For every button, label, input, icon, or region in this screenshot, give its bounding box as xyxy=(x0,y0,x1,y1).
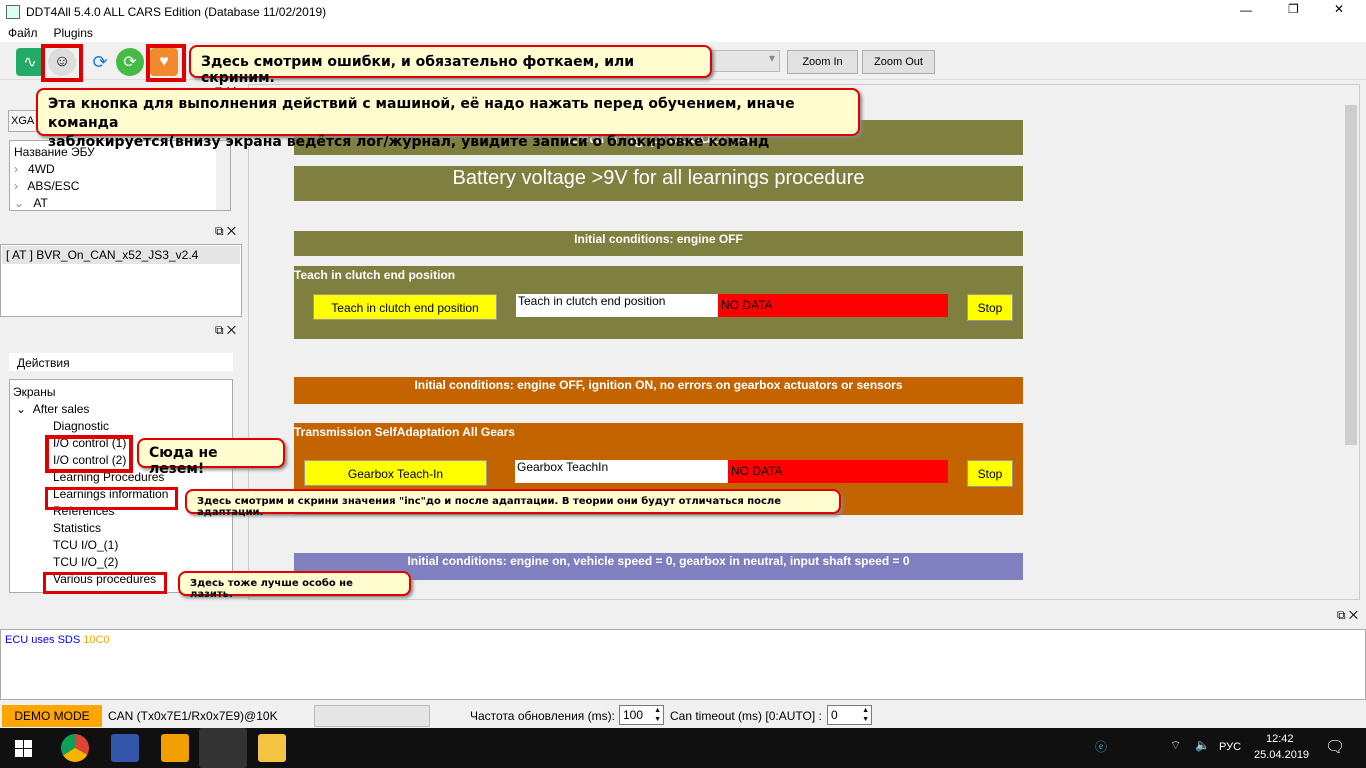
log-code: 10C0 xyxy=(83,634,110,646)
progress-box xyxy=(314,705,430,727)
screen-item[interactable]: Statistics xyxy=(53,520,232,537)
ecg-monitor-icon[interactable]: ∿ xyxy=(16,48,44,76)
screen-item[interactable]: TCU I/O_(1) xyxy=(53,537,232,554)
elm-app-icon[interactable] xyxy=(161,734,189,762)
maximize-button[interactable]: ❐ xyxy=(1288,2,1299,16)
screen-item[interactable]: Diagnostic xyxy=(53,418,232,435)
timeout-spinbox[interactable]: 0 ▲ ▼ xyxy=(827,705,872,725)
ddt4all-taskbar-icon[interactable] xyxy=(199,728,247,768)
menu-file[interactable]: Файл xyxy=(8,26,38,40)
highlight-connect xyxy=(41,44,83,82)
screens-root[interactable]: Экраны xyxy=(10,384,232,401)
save-app-icon[interactable] xyxy=(111,734,139,762)
log-text: ECU uses SDS xyxy=(5,634,81,646)
window-title: DDT4All 5.4.0 ALL CARS Edition (Database… xyxy=(26,5,327,19)
highlight-various xyxy=(43,572,167,594)
screen-select[interactable]: ▾ xyxy=(700,50,780,72)
log-panel: ECU uses SDS 10C0 xyxy=(0,629,1366,700)
spin-arrows-icon[interactable]: ▲ ▼ xyxy=(654,706,663,724)
screens-tree: Экраны ⌄ After sales Diagnostic I/O contr… xyxy=(9,379,233,593)
callout-io: Сюда не лезем! xyxy=(137,438,285,477)
stop-button-1[interactable]: Stop xyxy=(967,294,1013,321)
language-indicator[interactable]: РУС xyxy=(1219,741,1241,753)
clock-time[interactable]: 12:42 xyxy=(1266,733,1294,745)
teach-clutch-button[interactable]: Teach in clutch end position xyxy=(313,294,497,320)
timeout-label: Can timeout (ms) [0:AUTO] : xyxy=(670,709,822,723)
ecu-list-item[interactable]: [ AT ] BVR_On_CAN_x52_JS3_v2.4 xyxy=(2,246,240,264)
vertical-scrollbar[interactable] xyxy=(1343,85,1359,599)
callout-connect: Эта кнопка для выполнения действий с маш… xyxy=(36,88,860,150)
minimize-button[interactable]: — xyxy=(1240,3,1252,17)
callout-connect-line1: Эта кнопка для выполнения действий с маш… xyxy=(48,96,795,131)
teach-clutch-field: Teach in clutch end position xyxy=(516,294,718,317)
ecu-tree-item[interactable]: › ABS/ESC xyxy=(14,178,230,195)
chevron-down-icon: ⌄ xyxy=(14,196,31,210)
spin-arrows-icon[interactable]: ▲ ▼ xyxy=(862,706,871,724)
main-view xyxy=(248,84,1360,600)
gearbox-teachin-value: NO DATA xyxy=(728,460,948,483)
zoom-out-button[interactable]: Zoom Out xyxy=(862,50,935,74)
highlight-io xyxy=(45,435,133,473)
callout-learnings: Здесь смотрим и скрини значения "inc"до … xyxy=(185,489,841,518)
menu-plugins[interactable]: Plugins xyxy=(54,26,93,40)
dock-header: ⧉ ✕ xyxy=(0,323,242,341)
refresh-spinbox[interactable]: 100 ▲ ▼ xyxy=(619,705,664,725)
section-title: Teach in clutch end position xyxy=(294,268,456,282)
chrome-icon[interactable] xyxy=(61,734,89,762)
network-icon[interactable]: ⌔ xyxy=(1170,738,1181,753)
chevron-right-icon: › xyxy=(14,179,25,193)
battery-band: Battery voltage >9V for all learnings pr… xyxy=(294,166,1023,201)
dock-header: ⧉ ✕ xyxy=(0,224,242,242)
actions-label: Действия xyxy=(9,353,233,371)
app-icon xyxy=(6,5,20,19)
file-explorer-icon[interactable] xyxy=(258,734,286,762)
stop-button-2[interactable]: Stop xyxy=(967,460,1013,487)
zoom-in-button[interactable]: Zoom In xyxy=(787,50,858,74)
callout-connect-line2: заблокируется(внизу экрана ведётся лог/ж… xyxy=(48,134,770,150)
menu-bar: Файл Plugins xyxy=(0,24,1366,42)
demo-mode-badge: DEMO MODE xyxy=(2,705,102,727)
highlight-errors xyxy=(146,44,186,82)
notifications-icon[interactable]: 🗨 xyxy=(1325,737,1345,757)
gearbox-teach-in-button[interactable]: Gearbox Teach-In xyxy=(304,460,487,486)
section-title: Transmission SelfAdaptation All Gears xyxy=(294,425,515,439)
ecu-list: [ AT ] BVR_On_CAN_x52_JS3_v2.4 xyxy=(0,244,242,317)
callout-various: Здесь тоже лучше особо не лазить. xyxy=(178,571,411,600)
chevron-right-icon: › xyxy=(14,162,25,176)
refresh-label: Частота обновления (ms): xyxy=(470,709,615,723)
conditions-band-2: Initial conditions: engine OFF, ignition… xyxy=(294,377,1023,404)
gearbox-teachin-field: Gearbox TeachIn xyxy=(515,460,728,483)
ecu-tree-item[interactable]: ⌄ AT xyxy=(14,195,230,210)
ecu-tree-item[interactable]: › 4WD xyxy=(14,161,230,178)
mode-select[interactable]: XGA xyxy=(8,110,38,132)
close-button[interactable]: ✕ xyxy=(1334,2,1344,16)
callout-errors: Здесь смотрим ошибки, и обязательно фотк… xyxy=(189,45,712,86)
status-bar: DEMO MODE CAN (Tx0x7E1/Rx0x7E9)@10K Част… xyxy=(0,703,1366,728)
green-refresh-icon[interactable]: ⟳ xyxy=(116,48,144,76)
windows-start-icon[interactable] xyxy=(15,740,32,757)
conditions-band-1: Initial conditions: engine OFF xyxy=(294,231,1023,256)
taskbar: ⓔ ⌔ 🔈 РУС 12:42 25.04.2019 🗨 xyxy=(0,728,1366,768)
title-bar: DDT4All 5.4.0 ALL CARS Edition (Database… xyxy=(0,0,1366,24)
screen-item[interactable]: TCU I/O_(2) xyxy=(53,554,232,571)
can-info: CAN (Tx0x7E1/Rx0x7E9)@10K xyxy=(108,709,278,723)
refresh-icon[interactable]: ⟳ xyxy=(86,48,114,76)
chevron-down-icon: ⌄ xyxy=(16,402,33,416)
clock-date[interactable]: 25.04.2019 xyxy=(1254,749,1309,761)
edge-icon[interactable]: ⓔ xyxy=(1095,738,1107,755)
volume-icon[interactable]: 🔈 xyxy=(1195,738,1210,752)
log-dock-header: ⧉ ✕ xyxy=(1336,608,1358,622)
teach-clutch-value: NO DATA xyxy=(718,294,948,317)
highlight-learnings xyxy=(45,487,178,510)
screens-group[interactable]: ⌄ After sales xyxy=(10,401,232,418)
